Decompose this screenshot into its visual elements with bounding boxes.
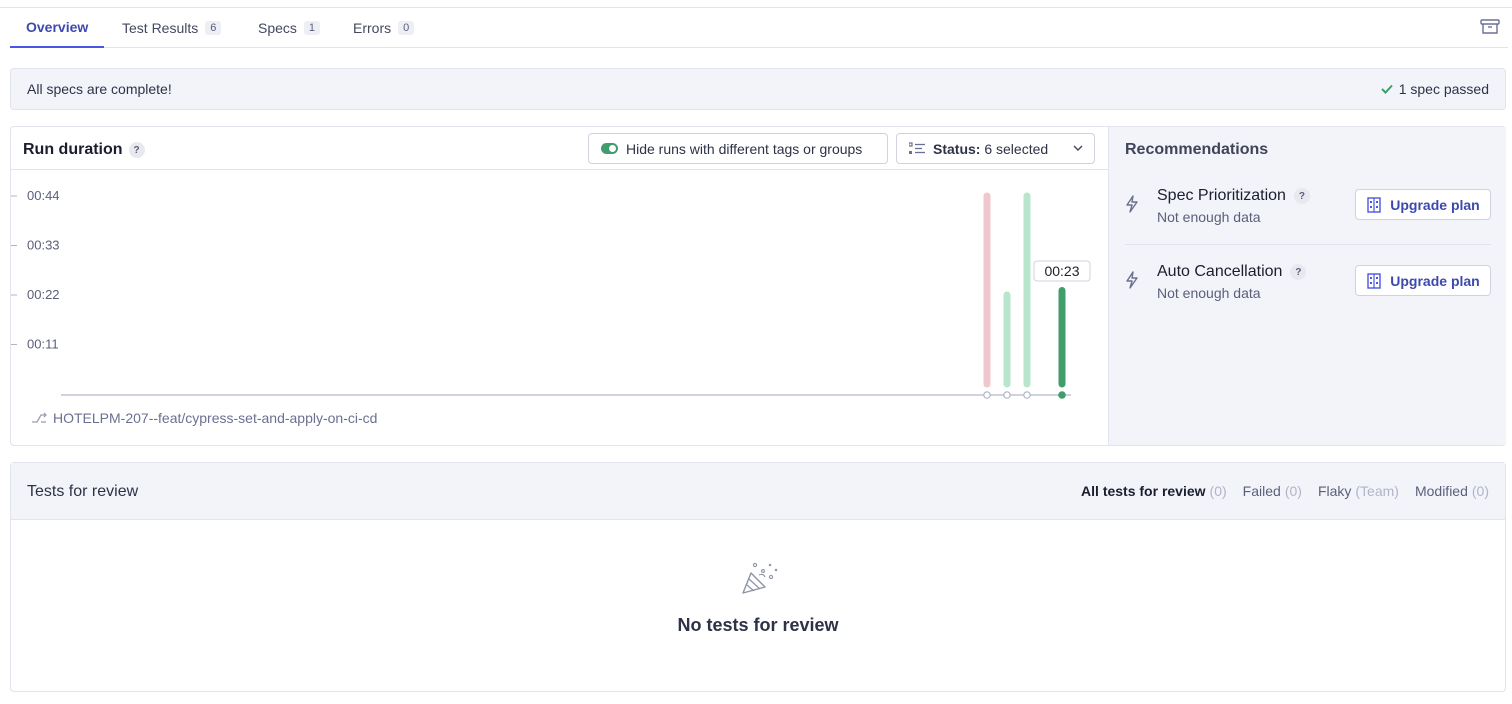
filter-label: All tests for review [1081,483,1206,499]
bolt-icon [1126,271,1138,289]
tab-label: Test Results [122,20,199,36]
run-duration-header: Run duration ? Hide runs with different … [11,127,1108,170]
filter-count: (Team) [1355,483,1399,499]
status-value: 6 selected [984,140,1049,157]
y-tick-label: 00:11 [27,337,59,352]
recommendation-sub: Not enough data [1157,285,1261,301]
upgrade-plan-button[interactable]: Upgrade plan [1355,189,1491,220]
tooltip-label: 00:23 [1044,263,1079,279]
filter-count: (0) [1471,483,1489,499]
tab-count-badge: 6 [205,21,222,35]
completion-banner: All specs are complete! 1 spec passed [10,68,1506,110]
building-icon [1367,272,1381,289]
run-duration-card: Run duration ? Hide runs with different … [10,126,1506,446]
branch-label: HOTELPM-207--feat/cypress-set-and-apply-… [31,410,377,426]
tests-for-review-header: Tests for review All tests for review (0)… [11,463,1505,520]
filter-count: (0) [1284,483,1302,499]
filter-flaky[interactable]: Flaky (Team) [1318,483,1399,499]
run-duration-chart: 00:44 00:33 00:22 00:11 00:23 [11,188,1091,399]
tab-label: Specs [258,20,297,36]
run-point [1003,391,1011,399]
toggle-icon [601,143,618,154]
recommendation-auto-cancellation: Auto Cancellation? Not enough data Upgra… [1125,261,1491,321]
filter-all[interactable]: All tests for review (0) [1081,483,1227,499]
party-popper-icon [742,562,778,594]
branch-icon [32,412,47,423]
recommendation-name: Spec Prioritization [1157,187,1286,204]
recommendation-name: Auto Cancellation [1157,263,1283,280]
passed-status: 1 spec passed [1380,81,1489,97]
status-filter-dropdown[interactable]: Status: 6 selected [896,133,1095,164]
recommendation-sub: Not enough data [1157,209,1261,225]
run-point [983,391,991,399]
banner-message: All specs are complete! [27,81,172,97]
y-tick-label: 00:22 [27,287,60,302]
y-tick-label: 00:44 [27,188,60,203]
filter-modified[interactable]: Modified (0) [1415,483,1489,499]
hide-runs-toggle-button[interactable]: Hide runs with different tags or groups [588,133,888,164]
hide-runs-label: Hide runs with different tags or groups [626,140,863,157]
upgrade-plan-button[interactable]: Upgrade plan [1355,265,1491,296]
tab-count-badge: 1 [303,21,321,35]
review-filters: All tests for review (0) Failed (0) Flaky(… [1081,483,1489,499]
y-tick-label: 00:33 [27,238,60,253]
review-title: Tests for review [27,483,139,500]
branch-name[interactable]: HOTELPM-207--feat/cypress-set-and-apply-… [53,410,377,426]
run-point [1058,391,1066,399]
tab-errors[interactable]: Errors 0 [353,8,415,48]
help-icon[interactable]: ? [1290,264,1307,280]
tab-specs[interactable]: Specs 1 [258,8,321,48]
archive-icon[interactable] [1480,18,1500,36]
empty-state-text: No tests for review [677,615,839,635]
upgrade-label: Upgrade plan [1390,272,1480,289]
divider [1125,244,1491,245]
filter-label: Failed [1242,483,1281,499]
tab-label: Overview [26,19,89,35]
filter-count: (0) [1209,483,1227,499]
recommendations-title: Recommendations [1125,141,1269,158]
building-icon [1367,196,1381,213]
title-text: Run duration [23,141,123,158]
tests-for-review-card: Tests for review All tests for review (0)… [10,462,1506,692]
filter-label: Modified [1414,483,1468,499]
list-icon [909,141,925,154]
check-icon [1380,84,1393,94]
help-icon[interactable]: ? [1293,188,1310,204]
recommendations-panel: Recommendations Spec Prioritization? Not… [1108,127,1506,445]
tab-count-badge: 0 [398,21,415,35]
bolt-icon [1126,195,1138,213]
tab-test-results[interactable]: Test Results 6 [122,8,222,48]
help-icon[interactable]: ? [128,142,145,158]
tab-overview[interactable]: Overview [10,8,105,48]
tab-label: Errors [353,20,392,36]
upgrade-label: Upgrade plan [1390,196,1480,213]
chevron-down-icon [1073,145,1083,151]
filter-label: Flaky [1317,483,1352,499]
status-label: Status: [933,140,981,157]
tab-bar: Overview Test Results 6 Specs 1 Errors 0 [10,8,1508,48]
recommendation-spec-prioritization: Spec Prioritization? Not enough data Upg… [1125,185,1491,245]
run-point [1023,391,1031,399]
passed-label: 1 spec passed [1398,81,1489,97]
filter-failed[interactable]: Failed (0) [1243,483,1302,499]
run-duration-title: Run duration ? [23,141,145,159]
